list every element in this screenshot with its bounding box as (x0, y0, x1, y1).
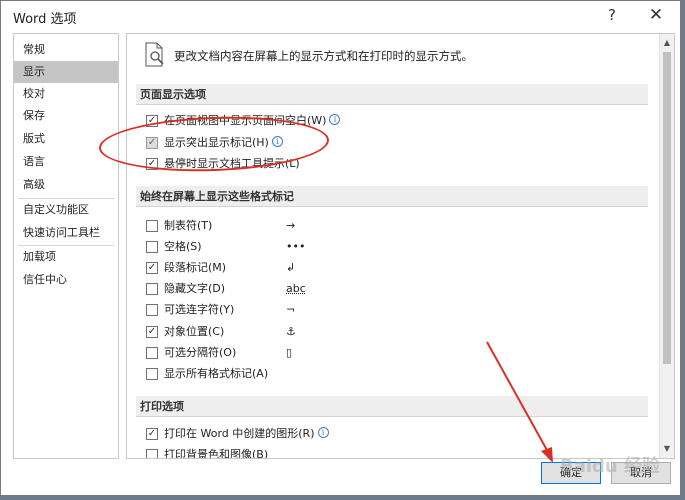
option-label: 打印在 Word 中创建的图形(R) i (164, 426, 329, 442)
option-label: 悬停时显示文档工具提示(L) (164, 157, 300, 170)
option-label: 隐藏文字(D) (164, 282, 226, 295)
sidebar-item-language[interactable]: 语言 (14, 151, 118, 173)
sidebar-item-save[interactable]: 保存 (14, 105, 118, 127)
space-mark-icon: ••• (286, 240, 306, 253)
checkbox[interactable]: ✓ (146, 115, 158, 127)
paragraph-mark-icon: ↲ (286, 261, 296, 274)
option-label: 对象位置(C) (164, 325, 225, 338)
option-label: 显示突出显示标记(H) i (164, 135, 283, 151)
vertical-scrollbar[interactable]: ▲ ▼ (659, 34, 674, 458)
checkbox[interactable] (146, 304, 158, 316)
title-bar: Word 选项 ? ✕ (1, 1, 680, 29)
options-sidebar: 常规 显示 校对 保存 版式 语言 高级 自定义功能区 快速访问工具栏 加载项 … (13, 33, 119, 459)
option-label: 可选分隔符(O) (164, 346, 237, 359)
break-mark-icon: ▯ (286, 346, 293, 359)
window-title: Word 选项 (13, 12, 77, 27)
sidebar-item-quick-access-toolbar[interactable]: 快速访问工具栏 (14, 222, 118, 244)
checkbox[interactable] (146, 220, 158, 232)
info-icon[interactable]: i (317, 427, 329, 438)
option-label: 空格(S) (164, 240, 202, 253)
option-label: 在页面视图中显示页面间空白(W) i (164, 113, 341, 129)
section-page-display: 页面显示选项 (136, 84, 648, 105)
sidebar-item-proofing[interactable]: 校对 (14, 83, 118, 105)
info-icon[interactable]: i (329, 114, 341, 125)
checkbox[interactable]: ✓ (146, 262, 158, 274)
checkbox[interactable] (146, 283, 158, 295)
info-icon[interactable]: i (271, 136, 283, 147)
option-label: 可选连字符(Y) (164, 303, 235, 316)
section-printing: 打印选项 (136, 396, 648, 417)
sidebar-item-add-ins[interactable]: 加载项 (14, 246, 118, 268)
sidebar-item-customize-ribbon[interactable]: 自定义功能区 (14, 199, 118, 221)
option-label: 段落标记(M) (164, 261, 227, 274)
option-label: 显示所有格式标记(A) (164, 367, 269, 380)
sidebar-item-display[interactable]: 显示 (14, 61, 118, 83)
tab-mark-icon: → (286, 219, 296, 232)
option-label: 制表符(T) (164, 219, 213, 232)
scroll-down-icon[interactable]: ▼ (660, 442, 674, 456)
option-label: 打印背景色和图像(B) (164, 448, 269, 459)
checkbox[interactable]: ✓ (146, 326, 158, 338)
section-formatting-marks: 始终在屏幕上显示这些格式标记 (136, 186, 648, 207)
checkbox[interactable] (146, 347, 158, 359)
intro-description: 更改文档内容在屏幕上的显示方式和在打印时的显示方式。 (174, 49, 473, 63)
checkbox[interactable]: ✓ (146, 428, 158, 440)
sidebar-item-trust-center[interactable]: 信任中心 (14, 269, 118, 291)
scroll-thumb[interactable] (663, 52, 671, 364)
display-page-icon (145, 42, 164, 67)
scroll-up-icon[interactable]: ▲ (660, 36, 674, 50)
checkbox[interactable] (146, 449, 158, 458)
help-button[interactable]: ? (600, 4, 624, 26)
checkbox[interactable]: ✓ (146, 137, 158, 149)
hyphen-mark-icon: ¬ (286, 303, 296, 316)
checkbox[interactable]: ✓ (146, 158, 158, 170)
close-button[interactable]: ✕ (644, 4, 668, 26)
checkbox[interactable] (146, 241, 158, 253)
hidden-text-mark-icon: abc (286, 282, 306, 295)
anchor-icon: ⚓ (286, 325, 296, 338)
watermark: Baidu 经验 (560, 456, 661, 477)
sidebar-item-layout[interactable]: 版式 (14, 128, 118, 150)
checkbox[interactable] (146, 368, 158, 380)
sidebar-item-advanced[interactable]: 高级 (14, 174, 118, 196)
sidebar-item-general[interactable]: 常规 (14, 39, 118, 61)
display-options-panel: 更改文档内容在屏幕上的显示方式和在打印时的显示方式。 页面显示选项 ✓ 在页面视… (126, 33, 675, 459)
word-options-dialog: Word 选项 ? ✕ 常规 显示 校对 保存 版式 语言 高级 自定义功能区 … (0, 0, 681, 496)
